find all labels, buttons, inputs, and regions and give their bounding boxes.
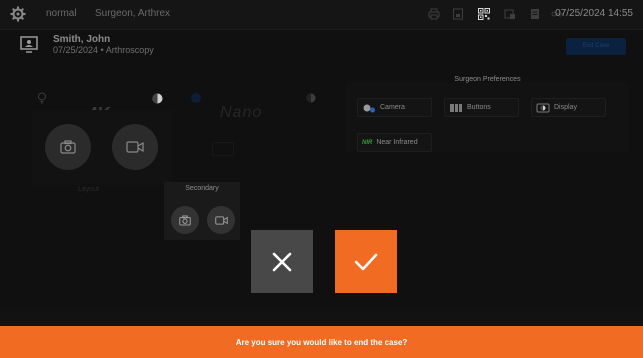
preference-label: Near Infrared [376, 139, 418, 146]
printer-icon[interactable] [428, 8, 440, 20]
preference-buttons-button[interactable]: Buttons [444, 98, 519, 117]
document-icon[interactable] [529, 8, 541, 20]
secondary-label: Secondary [185, 185, 219, 192]
camera-icon [179, 214, 191, 226]
patient-monitor-icon [20, 36, 38, 53]
checkmark-icon [354, 253, 378, 270]
user-role-label: Surgeon, Arthrex [95, 8, 171, 19]
display-icon [536, 103, 550, 112]
layout-label: Layout [78, 186, 100, 193]
lightbulb-icon[interactable] [37, 92, 47, 104]
nir-icon: NIR [362, 139, 373, 146]
buttons-icon [450, 103, 462, 112]
nano-placeholder [212, 142, 234, 156]
camera-icon [60, 140, 76, 154]
primary-record-button[interactable] [112, 124, 158, 170]
end-case-button[interactable]: End Case [566, 38, 626, 55]
secondary-snapshot-button[interactable] [171, 206, 199, 234]
secondary-record-button[interactable] [207, 206, 235, 234]
gear-icon[interactable] [10, 6, 26, 22]
case-details: 07/25/2024 • Arthroscopy [53, 45, 154, 55]
cancel-button[interactable] [251, 230, 313, 293]
camera-head-icon [363, 104, 375, 112]
preference-display-button[interactable]: Display [531, 98, 606, 117]
bottom-toolbar [0, 308, 643, 326]
preference-label: Buttons [467, 104, 491, 111]
storage-icon[interactable] [452, 8, 464, 20]
confirm-button[interactable] [335, 230, 397, 293]
patient-name: Smith, John [53, 34, 111, 45]
primary-snapshot-button[interactable] [45, 124, 91, 170]
video-icon [214, 215, 228, 225]
mode-label: normal [46, 8, 77, 19]
contrast-icon[interactable] [306, 93, 316, 103]
top-bar: normal Surgeon, Arthrex 07/25/2024 14:55 [0, 0, 643, 30]
video-icon [126, 141, 144, 153]
surgeon-preferences-title: Surgeon Preferences [454, 76, 521, 83]
preference-label: Display [554, 104, 577, 111]
contrast-icon[interactable] [152, 93, 163, 104]
date-time: 07/25/2024 14:55 [555, 8, 633, 19]
preference-near-infrared-button[interactable]: NIR Near Infrared [357, 133, 432, 152]
nano-logo: Nano [220, 104, 263, 121]
qr-code-icon[interactable] [478, 8, 490, 20]
preference-camera-button[interactable]: Camera [357, 98, 432, 117]
confirmation-banner: Are you sure you would like to end the c… [0, 326, 643, 358]
preference-label: Camera [380, 104, 405, 111]
nano-status-indicator [191, 93, 201, 103]
recorder-icon[interactable] [504, 8, 516, 20]
close-icon [272, 252, 292, 271]
confirmation-message: Are you sure you would like to end the c… [235, 337, 408, 347]
